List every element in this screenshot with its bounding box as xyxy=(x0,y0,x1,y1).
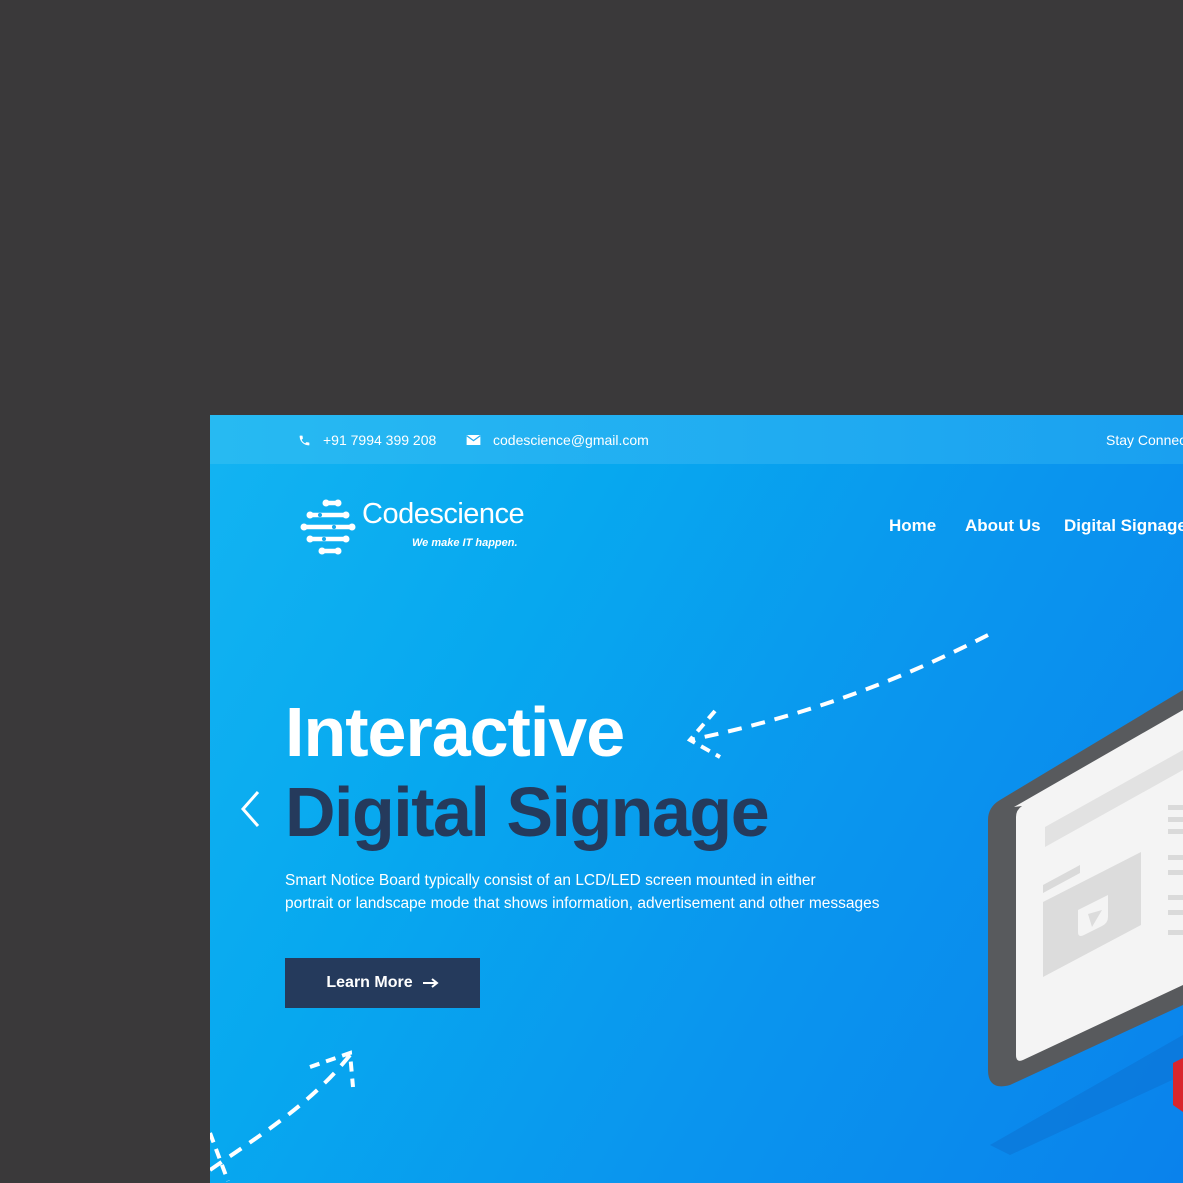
red-object xyxy=(1173,1058,1183,1112)
hero-description-line1: Smart Notice Board typically consist of … xyxy=(285,872,816,889)
chevron-left-icon[interactable] xyxy=(238,789,264,829)
arrow-right-icon xyxy=(422,978,439,988)
learn-more-button[interactable]: Learn More xyxy=(285,958,480,1008)
website-screenshot: +91 7994 399 208 codescience@gmail.com S… xyxy=(210,415,1183,1183)
hero-description-line2: portrait or landscape mode that shows in… xyxy=(285,895,880,912)
hero-description: Smart Notice Board typically consist of … xyxy=(285,869,885,915)
hero-title-line2: Digital Signage xyxy=(285,773,770,851)
hero-title-line1: Interactive xyxy=(285,693,625,771)
learn-more-label: Learn More xyxy=(326,974,413,991)
